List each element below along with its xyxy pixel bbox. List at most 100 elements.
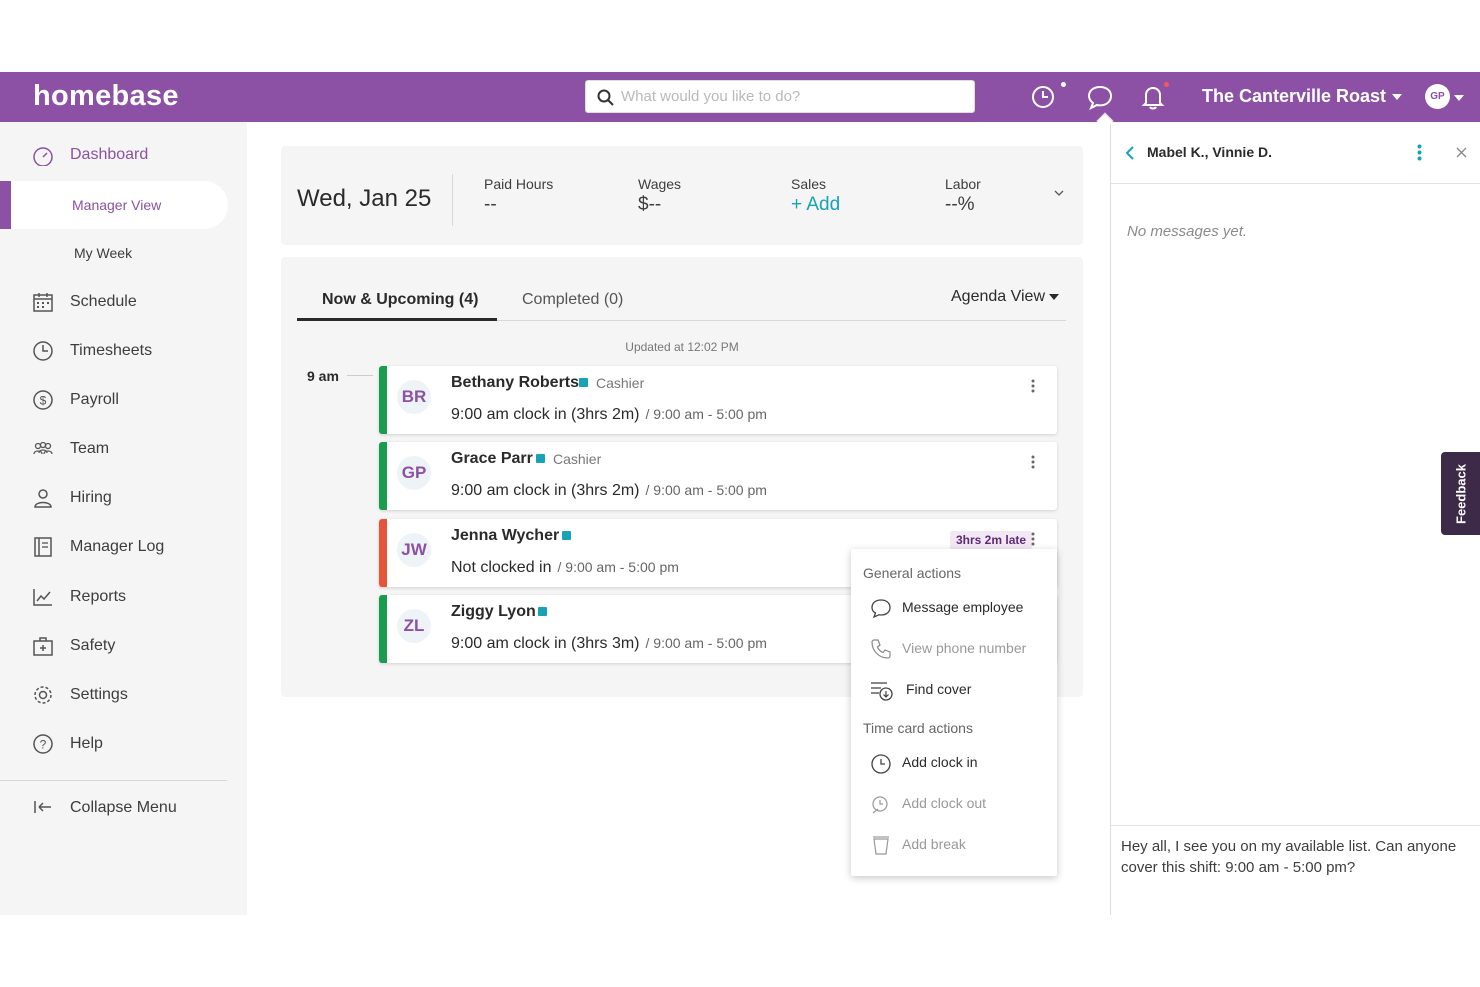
more-options-icon[interactable] bbox=[1031, 531, 1035, 547]
shift-card[interactable]: BR Bethany Roberts Cashier 9:00 am clock… bbox=[379, 366, 1057, 434]
sidebar-item-reports[interactable]: Reports bbox=[0, 577, 247, 617]
role-label: Cashier bbox=[596, 375, 645, 391]
menu-section-header: General actions bbox=[863, 565, 962, 581]
menu-item-add-break[interactable]: Add break bbox=[869, 829, 1049, 859]
menu-item-add-clock-in[interactable]: Add clock in bbox=[869, 747, 1049, 777]
status-stripe bbox=[379, 366, 387, 434]
clock-status: 9:00 am clock in (3hrs 2m) bbox=[451, 482, 640, 499]
homebase-logo[interactable]: homebase bbox=[33, 80, 179, 113]
search-input[interactable] bbox=[621, 81, 961, 112]
bell-icon[interactable] bbox=[1139, 83, 1167, 111]
collapse-menu-button[interactable]: Collapse Menu bbox=[0, 788, 247, 828]
sidebar-item-manager-log[interactable]: Manager Log bbox=[0, 527, 247, 567]
employee-name[interactable]: Grace Parr bbox=[451, 450, 533, 468]
shift-time: / 9:00 am - 5:00 pm bbox=[557, 559, 679, 575]
menu-item-label: View phone number bbox=[902, 640, 1027, 656]
stat-wages: Wages $-- bbox=[638, 176, 681, 216]
view-select[interactable]: Agenda View bbox=[951, 288, 1059, 306]
more-options-icon[interactable] bbox=[1031, 454, 1035, 470]
employee-name[interactable]: Bethany Roberts bbox=[451, 374, 579, 392]
sidebar-item-team[interactable]: Team bbox=[0, 429, 247, 469]
first-aid-icon bbox=[33, 637, 53, 656]
gear-icon bbox=[34, 686, 52, 704]
menu-item-view-phone[interactable]: View phone number bbox=[869, 633, 1049, 663]
chat-empty-state: No messages yet. bbox=[1127, 223, 1248, 240]
sidebar-subitem-my-week[interactable]: My Week bbox=[74, 245, 132, 261]
chevron-down-icon bbox=[1049, 293, 1059, 300]
calendar-icon bbox=[33, 293, 53, 312]
employee-name[interactable]: Jenna Wycher bbox=[451, 527, 559, 545]
help-icon: ? bbox=[33, 734, 53, 754]
status-stripe bbox=[379, 519, 387, 587]
chart-icon bbox=[33, 589, 52, 606]
active-indicator bbox=[0, 181, 11, 229]
sidebar-item-dashboard[interactable]: Dashboard bbox=[0, 135, 247, 175]
avatar: JW bbox=[397, 533, 431, 567]
message-input[interactable]: Hey all, I see you on my available list.… bbox=[1121, 836, 1466, 906]
employee-name[interactable]: Ziggy Lyon bbox=[451, 603, 536, 621]
notification-dot bbox=[1164, 82, 1169, 87]
shift-time: / 9:00 am - 5:00 pm bbox=[645, 482, 767, 498]
clock-icon bbox=[33, 341, 53, 361]
clock-in-icon bbox=[871, 754, 891, 774]
shift-time: / 9:00 am - 5:00 pm bbox=[645, 406, 767, 422]
role-color-swatch bbox=[562, 531, 571, 540]
search-box[interactable] bbox=[585, 80, 975, 113]
sidebar-item-hiring[interactable]: Hiring bbox=[0, 478, 247, 518]
sidebar-item-timesheets[interactable]: Timesheets bbox=[0, 331, 247, 371]
sidebar-subitem-manager-view[interactable]: Manager View bbox=[0, 181, 228, 229]
time-line bbox=[347, 375, 373, 376]
chat-panel: Mabel K., Vinnie D. No messages yet. Hey… bbox=[1096, 112, 1480, 915]
sidebar-item-safety[interactable]: Safety bbox=[0, 626, 247, 666]
active-tab-underline bbox=[297, 318, 497, 321]
tab-now-upcoming[interactable]: Now & Upcoming (4) bbox=[322, 291, 478, 309]
menu-item-add-clock-out[interactable]: Add clock out bbox=[869, 788, 1049, 818]
stat-value: $-- bbox=[638, 194, 662, 215]
location-switcher[interactable]: The Canterville Roast bbox=[1202, 86, 1403, 107]
more-options-icon[interactable] bbox=[1031, 378, 1035, 394]
svg-text:$: $ bbox=[40, 394, 47, 408]
clock-status: 9:00 am clock in (3hrs 3m) bbox=[451, 635, 640, 652]
avatar: GP bbox=[397, 456, 431, 490]
shift-card[interactable]: GP Grace Parr Cashier 9:00 am clock in (… bbox=[379, 442, 1057, 510]
dollar-icon: $ bbox=[33, 390, 53, 410]
back-arrow-icon[interactable] bbox=[1125, 146, 1135, 160]
sidebar-item-label: Schedule bbox=[70, 293, 137, 310]
phone-icon bbox=[871, 639, 891, 659]
user-avatar[interactable]: GP bbox=[1425, 84, 1450, 109]
chevron-down-icon[interactable] bbox=[1454, 95, 1464, 101]
feedback-tab[interactable]: Feedback bbox=[1441, 452, 1480, 535]
messages-icon[interactable] bbox=[1086, 83, 1114, 111]
stat-label: Sales bbox=[791, 176, 827, 192]
menu-item-label: Add clock in bbox=[902, 754, 978, 770]
sidebar-item-label: Timesheets bbox=[70, 342, 153, 359]
sidebar-item-help[interactable]: ? Help bbox=[0, 724, 247, 764]
search-icon bbox=[597, 89, 614, 106]
sidebar-item-label: Dashboard bbox=[70, 146, 149, 163]
sidebar-divider bbox=[0, 780, 227, 781]
stat-label: Labor bbox=[945, 176, 981, 192]
menu-section-header: Time card actions bbox=[863, 720, 973, 736]
menu-item-label: Add break bbox=[902, 836, 966, 852]
close-icon[interactable] bbox=[1456, 147, 1467, 158]
sidebar-item-payroll[interactable]: $ Payroll bbox=[0, 380, 247, 420]
chevron-down-icon[interactable] bbox=[1054, 190, 1064, 196]
shift-status: 9:00 am clock in (3hrs 3m) / 9:00 am - 5:… bbox=[451, 635, 767, 653]
sidebar-item-settings[interactable]: Settings bbox=[0, 675, 247, 715]
top-bar: homebase The Canterville Roast GP bbox=[0, 72, 1480, 122]
menu-item-message-employee[interactable]: Message employee bbox=[869, 592, 1049, 622]
role-color-swatch bbox=[579, 378, 588, 387]
add-sales-link[interactable]: + Add bbox=[791, 194, 840, 216]
tab-completed[interactable]: Completed (0) bbox=[522, 291, 623, 309]
clock-status: 9:00 am clock in (3hrs 2m) bbox=[451, 406, 640, 423]
sidebar-item-label: Help bbox=[70, 735, 103, 752]
menu-item-find-cover[interactable]: Find cover bbox=[869, 674, 1049, 704]
stat-label: Paid Hours bbox=[484, 176, 554, 192]
dashboard-icon bbox=[33, 147, 53, 166]
sidebar-item-schedule[interactable]: Schedule bbox=[0, 282, 247, 322]
person-icon bbox=[34, 489, 52, 508]
stat-labor: Labor --% bbox=[945, 176, 981, 216]
more-options-icon[interactable] bbox=[1417, 144, 1422, 161]
timeclock-icon[interactable] bbox=[1030, 83, 1058, 111]
role-color-swatch bbox=[538, 607, 547, 616]
